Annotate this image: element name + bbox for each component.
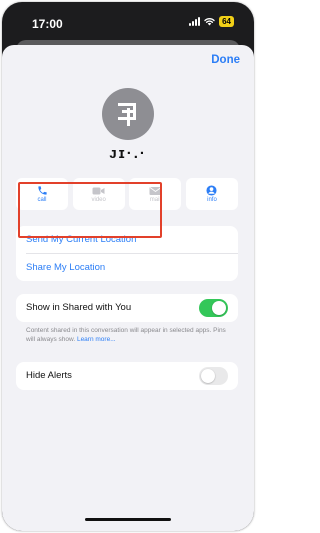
battery-indicator: 64 xyxy=(219,16,234,27)
person-icon xyxy=(206,185,218,196)
toggle-knob xyxy=(201,369,215,383)
share-location-button[interactable]: Share My Location xyxy=(16,254,238,281)
shared-with-you-caption: Content shared in this conversation will… xyxy=(26,326,234,344)
contact-details-sheet: Done ᴊɪ·.· call video mail info Send My … xyxy=(2,45,254,531)
avatar[interactable] xyxy=(102,88,154,140)
contact-name[interactable]: ᴊɪ·.· xyxy=(2,145,254,162)
learn-more-link[interactable]: Learn more... xyxy=(77,336,116,343)
status-time: 17:00 xyxy=(32,17,63,31)
hide-alerts-toggle[interactable] xyxy=(199,367,228,385)
location-highlight-box xyxy=(18,182,162,238)
caption-text: Content shared in this conversation will… xyxy=(26,327,226,343)
home-indicator xyxy=(85,518,171,521)
phone-frame: 17:00 64 Done ᴊɪ·.· call video mail info… xyxy=(2,2,254,531)
status-icons: 64 xyxy=(189,16,234,27)
shared-with-you-toggle[interactable] xyxy=(199,299,228,317)
hide-alerts-card: Hide Alerts xyxy=(16,362,238,390)
shared-with-you-card: Show in Shared with You xyxy=(16,294,238,322)
status-bar: 17:00 64 xyxy=(2,2,254,40)
info-label: info xyxy=(207,197,217,203)
cellular-signal-icon xyxy=(189,17,201,26)
wifi-icon xyxy=(204,18,215,26)
info-button[interactable]: info xyxy=(185,178,238,210)
done-button[interactable]: Done xyxy=(211,54,240,66)
toggle-knob xyxy=(212,301,226,315)
avatar-glyph-icon xyxy=(118,103,136,126)
